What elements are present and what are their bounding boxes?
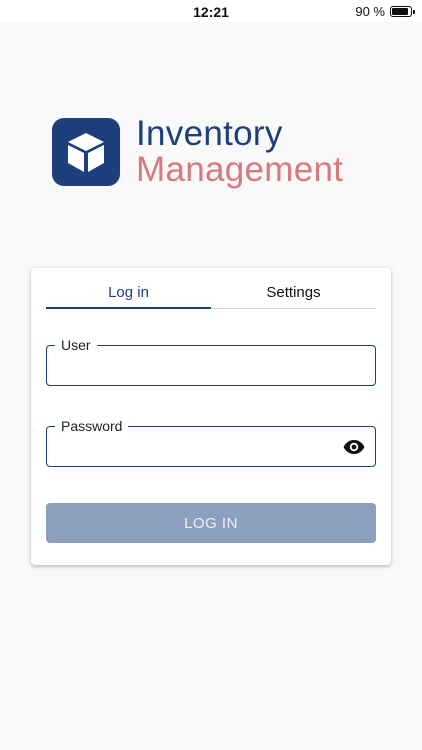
status-bar: 12:21 90 %	[0, 0, 422, 22]
app-logo: Inventory Management	[52, 116, 343, 187]
battery-icon	[390, 6, 415, 17]
password-field[interactable]: Password	[46, 417, 376, 467]
login-card: Log in Settings User Password LOG IN	[31, 268, 391, 565]
login-screen: 12:21 90 % Inventory Management Log in S…	[0, 0, 422, 750]
box-icon	[52, 117, 120, 186]
password-input[interactable]	[59, 435, 335, 459]
user-input[interactable]	[59, 354, 335, 378]
battery-status: 90 %	[355, 4, 415, 19]
logo-text-management: Management	[136, 150, 344, 189]
tab-bar: Log in Settings	[46, 278, 376, 309]
logo-text-inventory: Inventory	[136, 114, 283, 153]
battery-level-fill	[392, 8, 408, 15]
tab-login[interactable]: Log in	[46, 278, 211, 309]
eye-icon[interactable]	[343, 437, 365, 457]
login-button[interactable]: LOG IN	[46, 503, 376, 543]
password-label: Password	[55, 417, 129, 435]
user-field[interactable]: User	[46, 336, 376, 386]
tab-settings[interactable]: Settings	[211, 278, 376, 308]
logo-wordmark: Inventory Management	[136, 116, 343, 187]
battery-percentage: 90 %	[355, 4, 385, 19]
user-label: User	[55, 336, 97, 354]
